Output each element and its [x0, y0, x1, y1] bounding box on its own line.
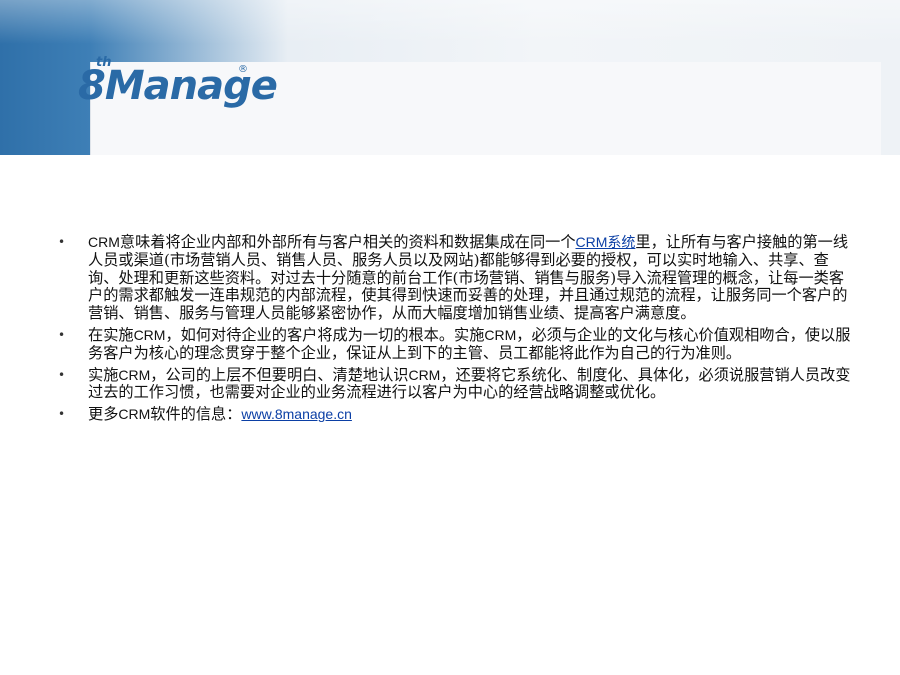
- 8manage-logo: th 8Manage ®: [78, 56, 278, 118]
- text-segment: ，如何对待企业的客户将成为一切的根本。实施: [165, 325, 485, 344]
- text-segment: 实施: [88, 365, 119, 384]
- text-crm: CRM: [133, 326, 166, 343]
- text-crm: CRM: [484, 326, 517, 343]
- content-bullet-list: • CRM意味着将企业内部和外部所有与客户相关的资料和数据集成在同一个CRM系统…: [58, 233, 858, 428]
- bullet-icon: •: [58, 407, 66, 422]
- list-item: • CRM意味着将企业内部和外部所有与客户相关的资料和数据集成在同一个CRM系统…: [58, 233, 858, 323]
- text-segment: ，公司的上层不但要明白、清楚地认识: [150, 365, 409, 384]
- bullet-icon: •: [58, 367, 66, 382]
- header-gloss: [0, 0, 900, 44]
- website-link[interactable]: www.8manage.cn: [241, 406, 352, 422]
- text-segment: 意味着将企业内部和外部所有与客户相关的资料和数据集成在同一个: [119, 233, 576, 251]
- registered-mark: ®: [238, 64, 248, 75]
- list-item: • 在实施CRM，如何对待企业的客户将成为一切的根本。实施CRM，必须与企业的文…: [58, 325, 858, 363]
- text-segment: 更多: [88, 405, 119, 424]
- text-crm: CRM: [118, 406, 151, 423]
- text-crm: CRM: [118, 366, 151, 383]
- text-crm: CRM: [88, 234, 120, 250]
- bullet-icon: •: [58, 327, 66, 342]
- text-crm: CRM: [408, 366, 441, 383]
- bullet-icon: •: [58, 235, 66, 249]
- text-segment: 在实施: [88, 325, 134, 344]
- list-item: • 更多CRM软件的信息：www.8manage.cn: [58, 405, 858, 424]
- list-item: • 实施CRM，公司的上层不但要明白、清楚地认识CRM，还要将它系统化、制度化、…: [58, 365, 858, 403]
- crm-system-link[interactable]: CRM系统: [576, 234, 636, 250]
- text-segment: 软件的信息：: [150, 405, 242, 424]
